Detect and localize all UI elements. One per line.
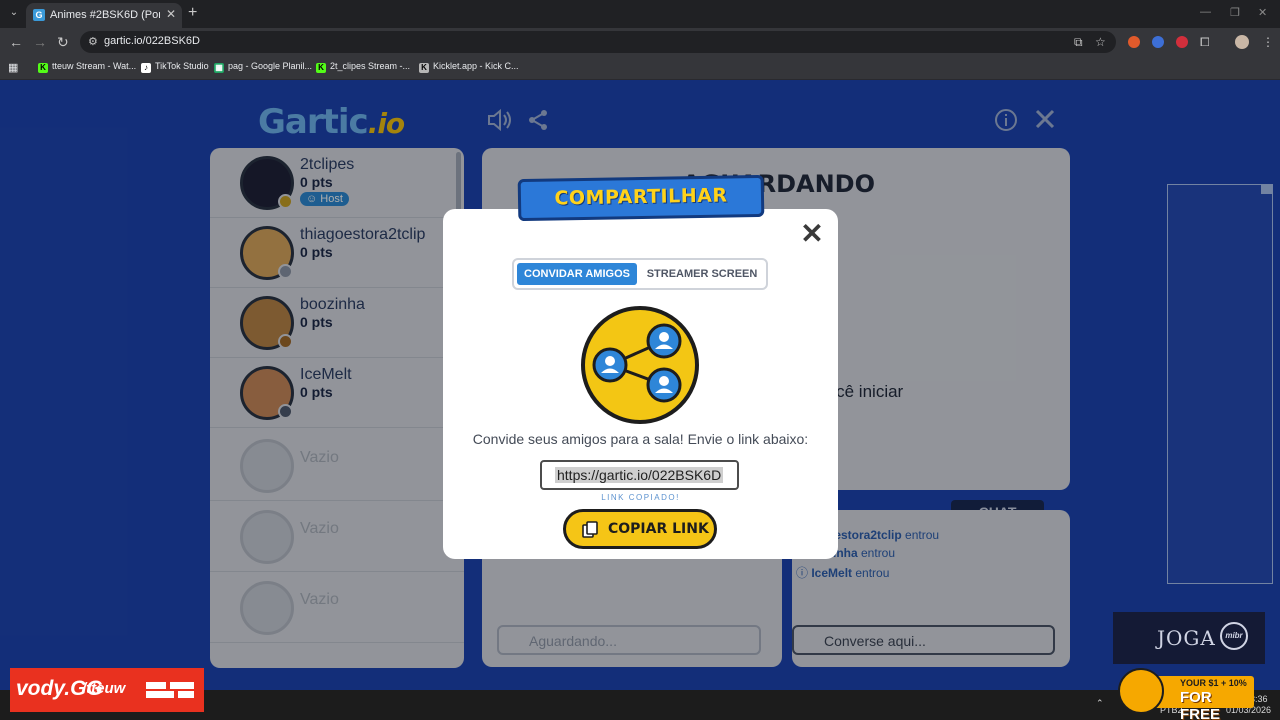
bookmark-label: TikTok Studio — [155, 61, 209, 71]
extension-icon-1[interactable] — [1128, 36, 1140, 48]
copy-link-label: COPIAR LINK — [608, 521, 709, 537]
bookmark-3[interactable]: ▦ pag - Google Planil... — [214, 61, 312, 75]
copy-link-button[interactable]: COPIAR LINK — [563, 509, 717, 549]
promo-top-text: YOUR $1 + 10% — [1180, 678, 1247, 688]
profile-avatar[interactable] — [1235, 35, 1249, 49]
tab-title: Animes #2BSK6D (Português) — [50, 9, 160, 21]
address-url: gartic.io/022BSK6D — [104, 35, 200, 47]
address-bar[interactable]: ⚙ gartic.io/022BSK6D ⧉ ☆ — [80, 31, 1116, 53]
kicklet-icon: K — [419, 63, 429, 73]
reload-icon[interactable]: ↻ — [57, 34, 69, 50]
share-link-field[interactable]: https://gartic.io/022BSK6D — [540, 460, 739, 490]
cast-icon[interactable]: ⧉ — [1074, 35, 1083, 50]
vody-stream-overlay: vody.GG /tteuw — [10, 668, 204, 712]
bookmark-2[interactable]: ♪ TikTok Studio — [141, 61, 209, 75]
apps-grid-icon[interactable]: ▦ — [8, 61, 18, 75]
copy-icon — [582, 521, 598, 538]
mibr-badge: mibr — [1220, 622, 1248, 650]
new-tab-button[interactable]: + — [188, 4, 197, 22]
browser-toolbar: ← → ↻ ⚙ gartic.io/022BSK6D ⧉ ☆ ⧠ ⋮ — [0, 28, 1280, 56]
bookmark-star-icon[interactable]: ☆ — [1095, 35, 1106, 49]
promo-main-text: FOR FREE — [1180, 689, 1221, 720]
link-copied-notice: LINK COPIADO! — [601, 493, 680, 502]
bookmark-label: 2t_clipes Stream -... — [330, 61, 411, 71]
vody-channel: /tteuw — [82, 680, 126, 697]
gartic-favicon-icon: G — [33, 9, 45, 21]
tab-streamer-screen[interactable]: STREAMER SCREEN — [641, 263, 763, 285]
tab-search-button[interactable]: ⌄ — [6, 5, 22, 21]
share-modal-ribbon: COMPARTILHAR — [517, 174, 765, 222]
share-network-icon — [581, 306, 699, 424]
bookmark-label: pag - Google Planil... — [228, 61, 313, 71]
share-link-text: https://gartic.io/022BSK6D — [555, 467, 724, 483]
tab-close-icon[interactable]: ✕ — [166, 7, 176, 21]
modal-close-icon[interactable]: ✕ — [799, 220, 825, 248]
bookmark-4[interactable]: K 2t_clipes Stream -... — [316, 61, 410, 75]
tab-invite-friends[interactable]: CONVIDAR AMIGOS — [517, 263, 637, 285]
bookmark-5[interactable]: K Kicklet.app - Kick C... — [419, 61, 519, 75]
invite-instructions: Convide seus amigos para a sala! Envie o… — [472, 431, 809, 447]
close-window-button[interactable]: ✕ — [1258, 6, 1267, 19]
bookmark-1[interactable]: Ktteuw Stream - Wat... — [38, 61, 136, 75]
promo-logo-icon — [1118, 668, 1164, 714]
kick-icon: K — [316, 63, 326, 73]
mibr-overlay: JOGA mibr — [1113, 612, 1265, 664]
forward-arrow-icon[interactable]: → — [33, 34, 47, 50]
share-mode-toggle: CONVIDAR AMIGOS STREAMER SCREEN — [512, 258, 768, 290]
extension-icon-3[interactable] — [1176, 36, 1188, 48]
bookmarks-bar: ▦ Ktteuw Stream - Wat... ♪ TikTok Studio … — [0, 56, 1280, 80]
bookmark-label: Kicklet.app - Kick C... — [433, 61, 519, 71]
sheets-icon: ▦ — [214, 63, 224, 73]
back-arrow-icon[interactable]: ← — [9, 34, 23, 50]
promo-box: YOUR $1 + 10% FOR FREE — [1154, 676, 1254, 720]
tiktok-icon: ♪ — [141, 63, 151, 73]
browser-tab-strip: ⌄ G Animes #2BSK6D (Português) ✕ + — ❐ ✕ — [0, 0, 1280, 28]
kick-icon: K — [38, 63, 48, 73]
bookmark-label: tteuw Stream - Wat... — [52, 61, 137, 71]
mibr-text: JOGA — [1157, 626, 1216, 650]
extensions-puzzle-icon[interactable]: ⧠ — [1200, 35, 1210, 50]
vody-logo-icon — [146, 682, 194, 698]
minimize-window-button[interactable]: — — [1200, 6, 1211, 18]
extension-icon-2[interactable] — [1152, 36, 1164, 48]
share-modal-title: COMPARTILHAR — [554, 184, 728, 210]
promo-overlay: YOUR $1 + 10% FOR FREE — [1118, 668, 1256, 720]
browser-menu-icon[interactable]: ⋮ — [1262, 35, 1274, 49]
site-info-icon[interactable]: ⚙ — [88, 35, 98, 48]
browser-tab-active[interactable]: G Animes #2BSK6D (Português) ✕ — [26, 3, 182, 28]
tray-chevron-icon[interactable]: ⌃ — [1096, 698, 1104, 709]
maximize-window-button[interactable]: ❐ — [1230, 6, 1240, 19]
